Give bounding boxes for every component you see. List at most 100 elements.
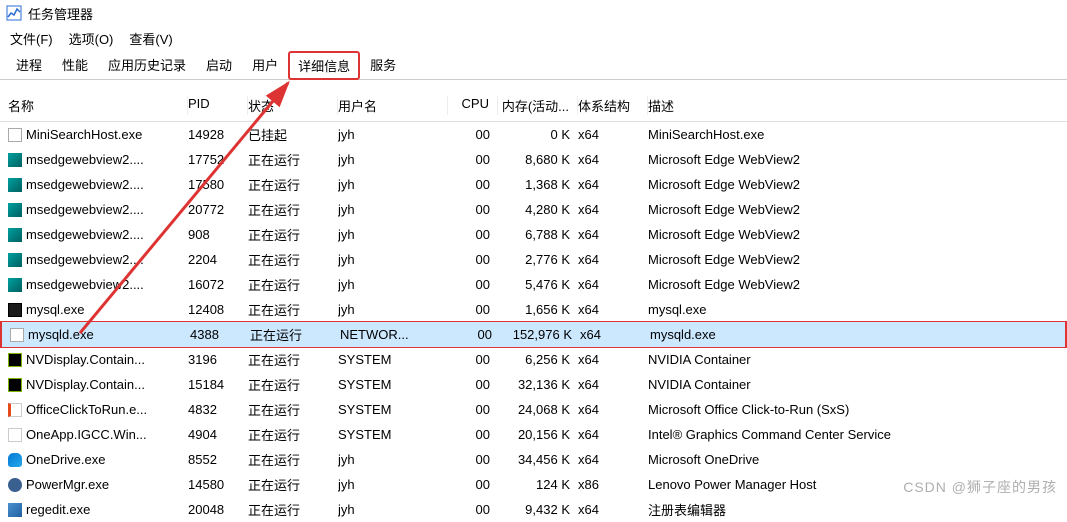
table-row[interactable]: msedgewebview2....908正在运行jyh006,788 Kx64… [0, 222, 1067, 247]
table-row[interactable]: msedgewebview2....2204正在运行jyh002,776 Kx6… [0, 247, 1067, 272]
cell-status: 正在运行 [248, 500, 338, 519]
cell-arch: x64 [578, 402, 648, 417]
cell-user: SYSTEM [338, 352, 448, 367]
table-row[interactable]: mysql.exe12408正在运行jyh001,656 Kx64mysql.e… [0, 297, 1067, 322]
table-row[interactable]: msedgewebview2....17752正在运行jyh008,680 Kx… [0, 147, 1067, 172]
cell-user: jyh [338, 452, 448, 467]
cell-cpu: 00 [448, 502, 498, 517]
col-desc[interactable]: 描述 [648, 96, 1059, 115]
cell-status: 正在运行 [248, 450, 338, 469]
menu-file[interactable]: 文件(F) [10, 29, 53, 48]
tab-0[interactable]: 进程 [6, 50, 52, 79]
process-name: msedgewebview2.... [26, 252, 144, 267]
table-row[interactable]: regedit.exe20048正在运行jyh009,432 Kx64注册表编辑… [0, 497, 1067, 522]
process-icon [8, 453, 22, 467]
cell-pid: 12408 [188, 302, 248, 317]
cell-user: jyh [338, 277, 448, 292]
cell-desc: 注册表编辑器 [648, 500, 1059, 519]
cell-user: jyh [338, 477, 448, 492]
cell-status: 正在运行 [248, 350, 338, 369]
tabbar: 进程性能应用历史记录启动用户详细信息服务 [0, 50, 1067, 80]
table-row[interactable]: mysqld.exe4388正在运行NETWOR...00152,976 Kx6… [0, 321, 1067, 348]
table-row[interactable]: NVDisplay.Contain... 3196正在运行SYSTEM006,25… [0, 347, 1067, 372]
process-name: NVDisplay.Contain... [26, 352, 145, 367]
cell-status: 正在运行 [248, 475, 338, 494]
cell-desc: NVIDIA Container [648, 352, 1059, 367]
table-row[interactable]: OfficeClickToRun.e...4832正在运行SYSTEM0024,… [0, 397, 1067, 422]
cell-arch: x64 [578, 152, 648, 167]
cell-arch: x64 [578, 452, 648, 467]
cell-user: SYSTEM [338, 402, 448, 417]
cell-user: jyh [338, 252, 448, 267]
cell-desc: NVIDIA Container [648, 377, 1059, 392]
cell-user: jyh [338, 177, 448, 192]
col-cpu[interactable]: CPU [448, 96, 498, 115]
process-icon [8, 478, 22, 492]
cell-status: 已挂起 [248, 125, 338, 144]
table-row[interactable]: msedgewebview2....17580正在运行jyh001,368 Kx… [0, 172, 1067, 197]
table-row[interactable]: msedgewebview2....20772正在运行jyh004,280 Kx… [0, 197, 1067, 222]
cell-user: SYSTEM [338, 427, 448, 442]
cell-arch: x64 [578, 302, 648, 317]
table-row[interactable]: MiniSearchHost.exe14928已挂起jyh000 Kx64Min… [0, 122, 1067, 147]
col-status[interactable]: 状态 [248, 96, 338, 115]
process-icon [8, 128, 22, 142]
cell-pid: 8552 [188, 452, 248, 467]
process-name: mysql.exe [26, 302, 85, 317]
process-name: OneApp.IGCC.Win... [26, 427, 147, 442]
col-pid[interactable]: PID [188, 96, 248, 115]
process-name: mysqld.exe [28, 327, 94, 342]
cell-pid: 14928 [188, 127, 248, 142]
cell-pid: 17752 [188, 152, 248, 167]
column-headers[interactable]: 名称 PID 状态 用户名 CPU 内存(活动... 体系结构 描述 [0, 90, 1067, 122]
cell-arch: x64 [578, 377, 648, 392]
tab-6[interactable]: 服务 [360, 50, 406, 79]
tab-3[interactable]: 启动 [196, 50, 242, 79]
cell-pid: 908 [188, 227, 248, 242]
cell-desc: Microsoft Edge WebView2 [648, 227, 1059, 242]
table-row[interactable]: OneApp.IGCC.Win...4904正在运行SYSTEM0020,156… [0, 422, 1067, 447]
table-row[interactable]: msedgewebview2....16072正在运行jyh005,476 Kx… [0, 272, 1067, 297]
col-arch[interactable]: 体系结构 [578, 96, 648, 115]
cell-cpu: 00 [448, 227, 498, 242]
table-row[interactable]: NVDisplay.Contain...15184正在运行SYSTEM0032,… [0, 372, 1067, 397]
col-memory[interactable]: 内存(活动... [498, 96, 578, 115]
cell-memory: 0 K [498, 127, 578, 142]
cell-desc: MiniSearchHost.exe [648, 127, 1059, 142]
cell-cpu: 00 [448, 352, 498, 367]
cell-pid: 15184 [188, 377, 248, 392]
col-user[interactable]: 用户名 [338, 96, 448, 115]
process-icon [8, 178, 22, 192]
menu-view[interactable]: 查看(V) [129, 29, 172, 48]
col-name[interactable]: 名称 [8, 96, 188, 115]
tab-1[interactable]: 性能 [52, 50, 98, 79]
cell-user: jyh [338, 227, 448, 242]
cell-pid: 16072 [188, 277, 248, 292]
cell-status: 正在运行 [248, 250, 338, 269]
process-icon [8, 203, 22, 217]
process-icon [8, 228, 22, 242]
watermark: CSDN @狮子座的男孩 [903, 477, 1057, 497]
process-name: msedgewebview2.... [26, 202, 144, 217]
cell-status: 正在运行 [248, 225, 338, 244]
tab-4[interactable]: 用户 [242, 50, 288, 79]
cell-status: 正在运行 [250, 325, 340, 344]
cell-memory: 6,256 K [498, 352, 578, 367]
cell-arch: x64 [578, 427, 648, 442]
process-icon [8, 253, 22, 267]
cell-memory: 20,156 K [498, 427, 578, 442]
tab-2[interactable]: 应用历史记录 [98, 50, 196, 79]
cell-pid: 3196 [188, 352, 248, 367]
cell-status: 正在运行 [248, 275, 338, 294]
cell-arch: x86 [578, 477, 648, 492]
cell-arch: x64 [580, 327, 650, 342]
menu-options[interactable]: 选项(O) [69, 29, 114, 48]
cell-pid: 4832 [188, 402, 248, 417]
tab-5[interactable]: 详细信息 [288, 51, 360, 80]
cell-user: jyh [338, 202, 448, 217]
cell-pid: 4388 [190, 327, 250, 342]
table-row[interactable]: OneDrive.exe8552正在运行jyh0034,456 Kx64Micr… [0, 447, 1067, 472]
cell-status: 正在运行 [248, 300, 338, 319]
cell-cpu: 00 [448, 452, 498, 467]
cell-memory: 2,776 K [498, 252, 578, 267]
